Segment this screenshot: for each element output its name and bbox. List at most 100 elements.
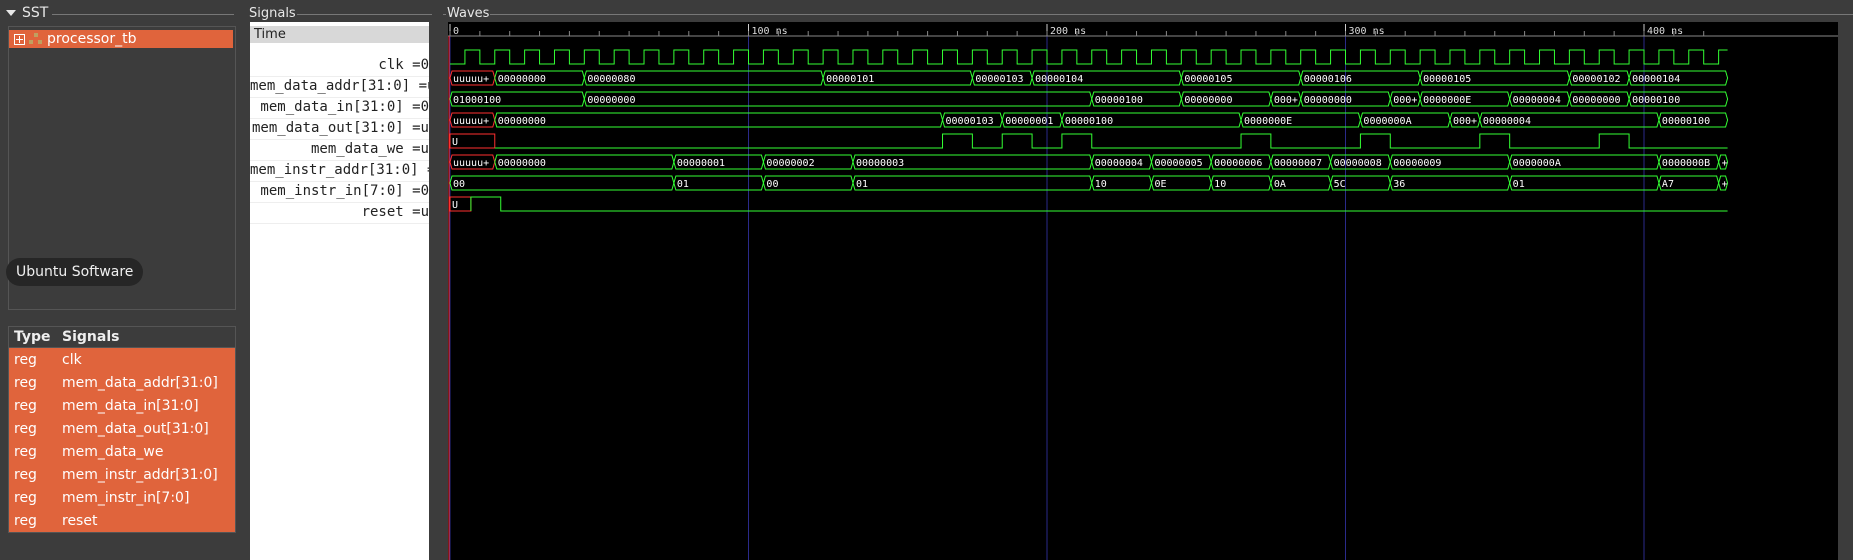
time-label: 200 ns [1050,26,1086,37]
signal-table-row[interactable]: reg mem_data_we [9,440,235,463]
bus-value-label: 00000106 [1304,74,1352,85]
signals-pane: Time clk =0 mem_data_addr[31:0] =u mem_dat… [250,22,429,560]
bus-value-label: 00000001 [1005,116,1053,127]
signal-type: reg [14,512,37,529]
bus-value-label: 00000004 [1513,95,1561,106]
signal-row[interactable]: mem_instr_in[7:0] =0 [250,181,429,203]
waves-pane-title: Waves [446,6,491,21]
bus-value-label: 00000005 [1154,158,1202,169]
bus-value-label: 00000000 [1184,95,1232,106]
bus-value-label: 10 [1214,179,1226,190]
bus-value-label: 00000103 [946,116,994,127]
expand-plus-icon[interactable] [14,33,25,45]
bus-value-label: 0000000A [1363,116,1411,127]
bus-value-label: 00000009 [1393,158,1441,169]
bus-value-label: 00000004 [1095,158,1143,169]
bit-wave [494,133,1728,149]
signal-type: reg [14,489,37,506]
bus-value-label: 00000003 [856,158,904,169]
signal-type: reg [14,443,37,460]
bus-value-label: 01 [856,179,868,190]
signal-table-row[interactable]: reg mem_instr_in[7:0] [9,486,235,509]
column-header-signals[interactable]: Signals [62,329,119,345]
time-label: 300 ns [1349,26,1385,37]
bus-value-label: 00000104 [1632,74,1680,85]
bus-value-label: 36 [1393,179,1405,190]
signal-name: mem_data_we [62,443,164,460]
signal-table-row[interactable]: reg mem_data_out[31:0] [9,417,235,440]
bus-value-label: 00 [766,179,778,190]
time-label: 100 ns [752,26,788,37]
time-row[interactable]: Time [250,26,429,43]
sst-header[interactable]: SST [6,4,48,22]
undefined-label: U [452,200,458,211]
tooltip: Ubuntu Software [6,258,144,286]
vertical-scrollbar[interactable] [1838,22,1853,560]
bus-segment [1509,175,1660,191]
bus-value-label: 00000000 [498,74,546,85]
bus-value-label: 5C [1334,179,1346,190]
signal-type: reg [14,397,37,414]
bus-value-label: 000+ [1453,116,1477,127]
bus-value-label: 01 [677,179,689,190]
time-label: 400 ns [1647,26,1683,37]
bus-value-label: 00000000 [1304,95,1352,106]
bus-value-label: 00000004 [1483,116,1531,127]
signal-table-row[interactable]: reg mem_data_in[31:0] [9,394,235,417]
signal-name: mem_data_addr[31:0] [62,374,218,391]
signal-table-row[interactable]: reg clk [9,348,235,371]
waves-canvas[interactable]: 0 100 ns 200 ns 300 ns 400 ns uuuuu+ 00000000 0… [448,22,1838,560]
bus-value-label: 00000100 [1662,116,1710,127]
signal-type: reg [14,466,37,483]
bus-value-label: 00000008 [1334,158,1382,169]
waves-frame-line [443,14,1853,15]
signal-name: mem_instr_in[7:0] [62,489,190,506]
bus-value-label: 000+ [1274,95,1298,106]
signal-row[interactable]: mem_data_we =u [250,139,429,161]
bus-value-label: 00 [453,179,465,190]
signal-table-row[interactable]: reg reset [9,509,235,532]
signal-name: mem_data_in[31:0] [62,397,199,414]
bus-value-label: + [1722,179,1728,190]
signal-row[interactable]: clk =0 [250,55,429,77]
bus-segment [449,175,675,191]
signal-row[interactable]: mem_data_in[31:0] =0 [250,97,429,119]
bus-value-label: uuuuu+ [453,116,489,127]
time-label: 0 [453,26,459,37]
signal-row[interactable]: reset =u [250,202,429,224]
bus-value-label: 00000000 [587,95,635,106]
bus-segment [494,112,944,128]
bus-value-label: 00000100 [1095,95,1143,106]
bus-value-label: 00000000 [1572,95,1620,106]
collapse-triangle-icon[interactable] [6,10,16,16]
signal-name: mem_data_out[31:0] [62,420,209,437]
bus-value-label: 0000000E [1244,116,1292,127]
bus-value-label: 00000001 [677,158,725,169]
signal-type: reg [14,420,37,437]
bus-value-label: 10 [1095,179,1107,190]
signals-pane-title: Signals [248,6,297,21]
bus-value-label: 0A [1274,179,1286,190]
bus-value-label: 0000000B [1662,158,1710,169]
sst-frame-line [52,14,234,15]
signal-type: reg [14,351,37,368]
signal-name: clk [62,351,82,368]
tree-item-processor-tb[interactable]: processor_tb [9,30,233,48]
signal-row[interactable]: mem_data_out[31:0] =u [250,118,429,140]
bus-value-label: 00000100 [1632,95,1680,106]
bus-value-label: 0000000E [1423,95,1471,106]
signal-table-row[interactable]: reg mem_instr_addr[31:0] [9,463,235,486]
signal-row[interactable]: mem_instr_addr[31:0] =u [250,160,429,182]
bus-value-label: 00000105 [1423,74,1471,85]
column-header-type[interactable]: Type [9,329,62,345]
signal-row[interactable]: mem_data_addr[31:0] =u [250,76,429,98]
bus-value-label: 00000000 [498,116,546,127]
sst-title: SST [22,5,49,21]
bus-value-label: 00000103 [975,74,1023,85]
signal-table-row[interactable]: reg mem_data_addr[31:0] [9,371,235,394]
bus-value-label: 00000100 [1065,116,1113,127]
bus-value-label: 00000104 [1035,74,1083,85]
bus-segment [583,91,1093,107]
bus-value-label: 01000100 [453,95,501,106]
clk-wave [450,49,1728,65]
